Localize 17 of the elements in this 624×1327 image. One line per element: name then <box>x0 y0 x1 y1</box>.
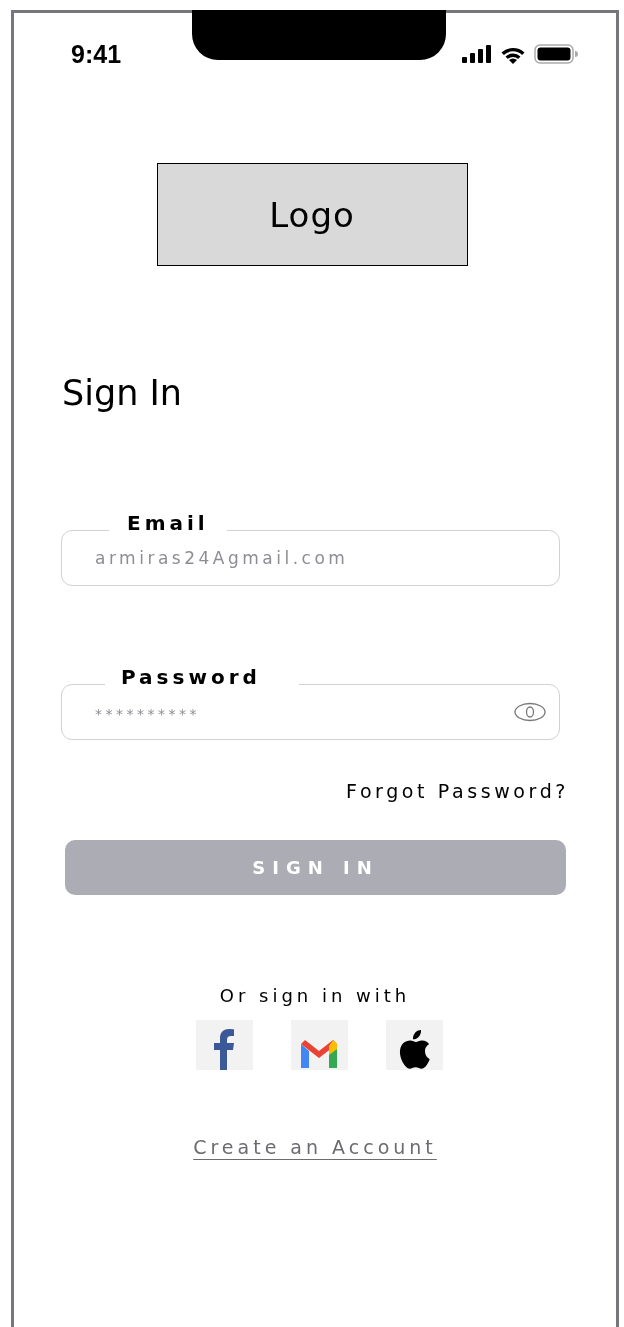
apple-icon <box>397 1030 431 1070</box>
facebook-icon <box>211 1028 237 1070</box>
gmail-button[interactable] <box>290 1020 348 1070</box>
page-title: Sign In <box>62 372 183 415</box>
apple-button[interactable] <box>385 1020 443 1070</box>
social-prompt: Or sign in with <box>218 985 412 1006</box>
eye-icon[interactable] <box>514 702 546 722</box>
create-account-link[interactable]: Create an Account <box>193 1136 437 1158</box>
forgot-password-link[interactable]: Forgot Password? <box>346 780 569 802</box>
signal-icon <box>462 45 492 63</box>
battery-icon <box>534 44 578 64</box>
password-field[interactable]: ********** <box>61 684 560 740</box>
status-time: 9:41 <box>71 39 122 69</box>
mail-icon <box>299 1038 339 1070</box>
email-field[interactable]: armiras24Agmail.com <box>61 530 560 586</box>
facebook-button[interactable] <box>195 1020 253 1070</box>
logo-text: Logo <box>269 194 355 235</box>
